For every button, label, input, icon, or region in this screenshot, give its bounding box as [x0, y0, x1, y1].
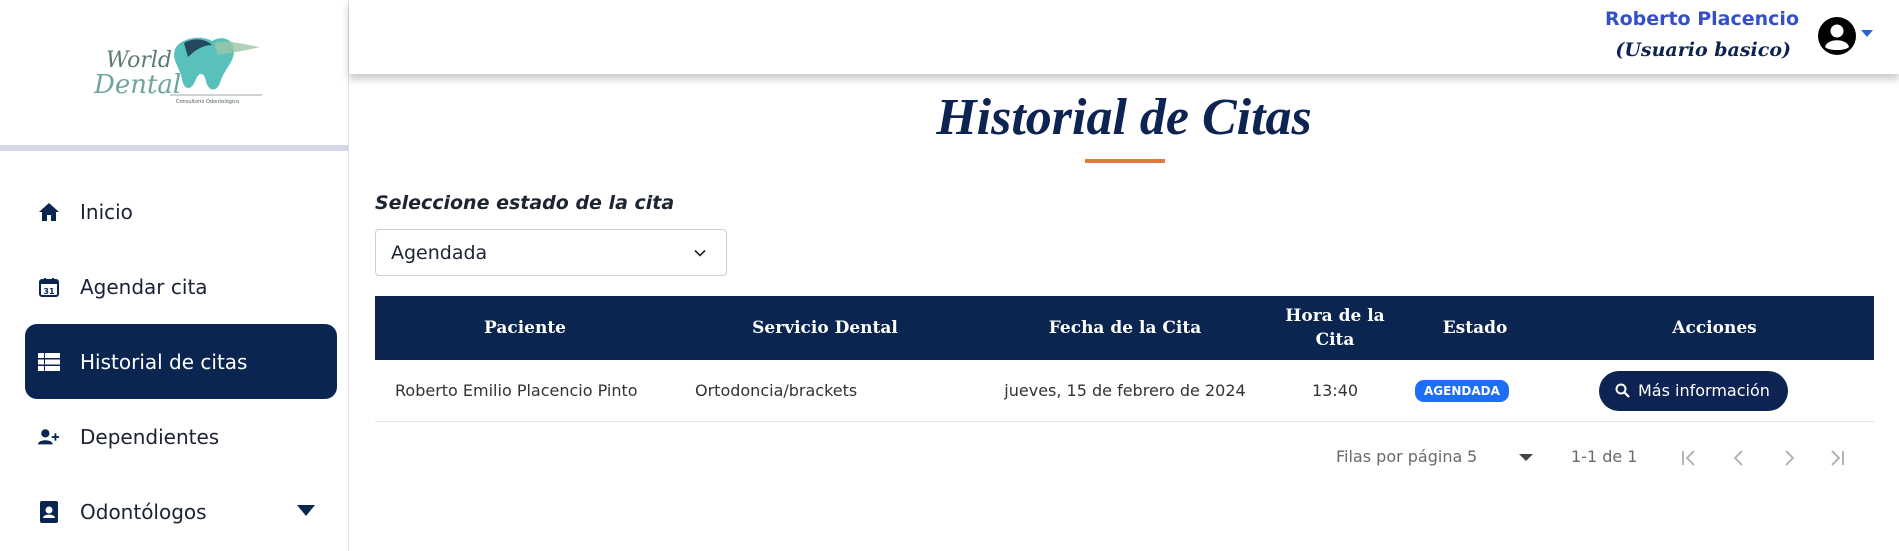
user-menu-caret-icon[interactable] [1861, 30, 1873, 37]
world-dental-logo[interactable]: World Dental Consultorio Odontológico [84, 33, 264, 113]
svg-text:Consultorio Odontológico: Consultorio Odontológico [176, 98, 239, 105]
previous-page-icon[interactable] [1727, 446, 1751, 470]
top-header: Roberto Placencio (Usuario basico) [349, 0, 1899, 74]
sidebar-item-label: Inicio [80, 199, 133, 224]
pagination-range: 1-1 de 1 [1571, 447, 1638, 466]
chevron-down-icon [694, 249, 706, 257]
column-header-hora[interactable]: Hora de la Cita [1275, 304, 1395, 352]
cell-hora: 13:40 [1311, 381, 1359, 400]
logo-area: World Dental Consultorio Odontológico [0, 0, 348, 145]
table-pagination: Filas por página 5 1-1 de 1 [349, 443, 1899, 473]
search-icon [1615, 383, 1630, 398]
rows-per-page-caret-icon[interactable] [1519, 454, 1533, 461]
sidebar: World Dental Consultorio Odontológico In… [0, 0, 349, 551]
user-role: (Usuario basico) [1615, 39, 1791, 61]
title-underline [1085, 159, 1165, 163]
sidebar-item-label: Dependientes [80, 424, 220, 449]
sidebar-nav: Inicio 31 Agendar cita Historial de cita… [0, 151, 348, 549]
svg-text:Dental: Dental [93, 70, 181, 100]
status-filter-value: Agendada [391, 241, 488, 264]
cell-estado: AGENDADA [1395, 379, 1555, 402]
list-icon [38, 351, 60, 373]
user-plus-icon [38, 426, 60, 448]
table-row: Roberto Emilio Placencio Pinto Ortodonci… [375, 360, 1874, 422]
rows-per-page-select[interactable]: 5 [1467, 447, 1477, 466]
page-title: Historial de Citas [936, 89, 1312, 146]
caret-down-icon[interactable] [297, 505, 315, 516]
main-content: Historial de Citas Seleccione estado de … [349, 74, 1899, 551]
sidebar-item-dependientes[interactable]: Dependientes [25, 399, 337, 474]
status-filter-label: Seleccione estado de la cita [375, 192, 675, 214]
more-info-button[interactable]: Más información [1599, 370, 1788, 411]
rows-per-page-label: Filas por página [1336, 447, 1463, 466]
column-header-estado[interactable]: Estado [1395, 316, 1555, 340]
more-info-label: Más información [1638, 381, 1770, 400]
sidebar-item-odontologos[interactable]: Odontólogos [25, 474, 337, 549]
home-icon [38, 201, 60, 223]
status-filter-select[interactable]: Agendada [375, 229, 727, 276]
sidebar-item-historial-citas[interactable]: Historial de citas [25, 324, 337, 399]
user-avatar-icon[interactable] [1817, 16, 1857, 56]
cell-servicio: Ortodoncia/brackets [695, 381, 858, 400]
column-header-servicio[interactable]: Servicio Dental [675, 316, 975, 340]
user-name: Roberto Placencio [1604, 8, 1799, 30]
column-header-fecha[interactable]: Fecha de la Cita [975, 316, 1275, 340]
column-header-acciones: Acciones [1672, 318, 1757, 338]
doctor-badge-icon [38, 500, 60, 523]
calendar-icon: 31 [38, 276, 60, 298]
first-page-icon[interactable] [1677, 446, 1701, 470]
sidebar-item-label: Agendar cita [80, 274, 208, 299]
sidebar-item-inicio[interactable]: Inicio [25, 174, 337, 249]
status-badge: AGENDADA [1415, 379, 1509, 402]
appointments-table: Paciente Servicio Dental Fecha de la Cit… [375, 296, 1874, 422]
sidebar-item-label: Historial de citas [80, 349, 248, 374]
sidebar-item-label: Odontólogos [80, 499, 207, 524]
last-page-icon[interactable] [1825, 446, 1849, 470]
cell-fecha: jueves, 15 de febrero de 2024 [1004, 381, 1246, 400]
column-header-paciente[interactable]: Paciente [375, 316, 675, 340]
table-header: Paciente Servicio Dental Fecha de la Cit… [375, 296, 1874, 360]
cell-paciente: Roberto Emilio Placencio Pinto [395, 381, 638, 400]
cell-acciones: Más información [1555, 370, 1874, 411]
svg-text:31: 31 [43, 287, 55, 296]
sidebar-item-agendar-cita[interactable]: 31 Agendar cita [25, 249, 337, 324]
next-page-icon[interactable] [1777, 446, 1801, 470]
